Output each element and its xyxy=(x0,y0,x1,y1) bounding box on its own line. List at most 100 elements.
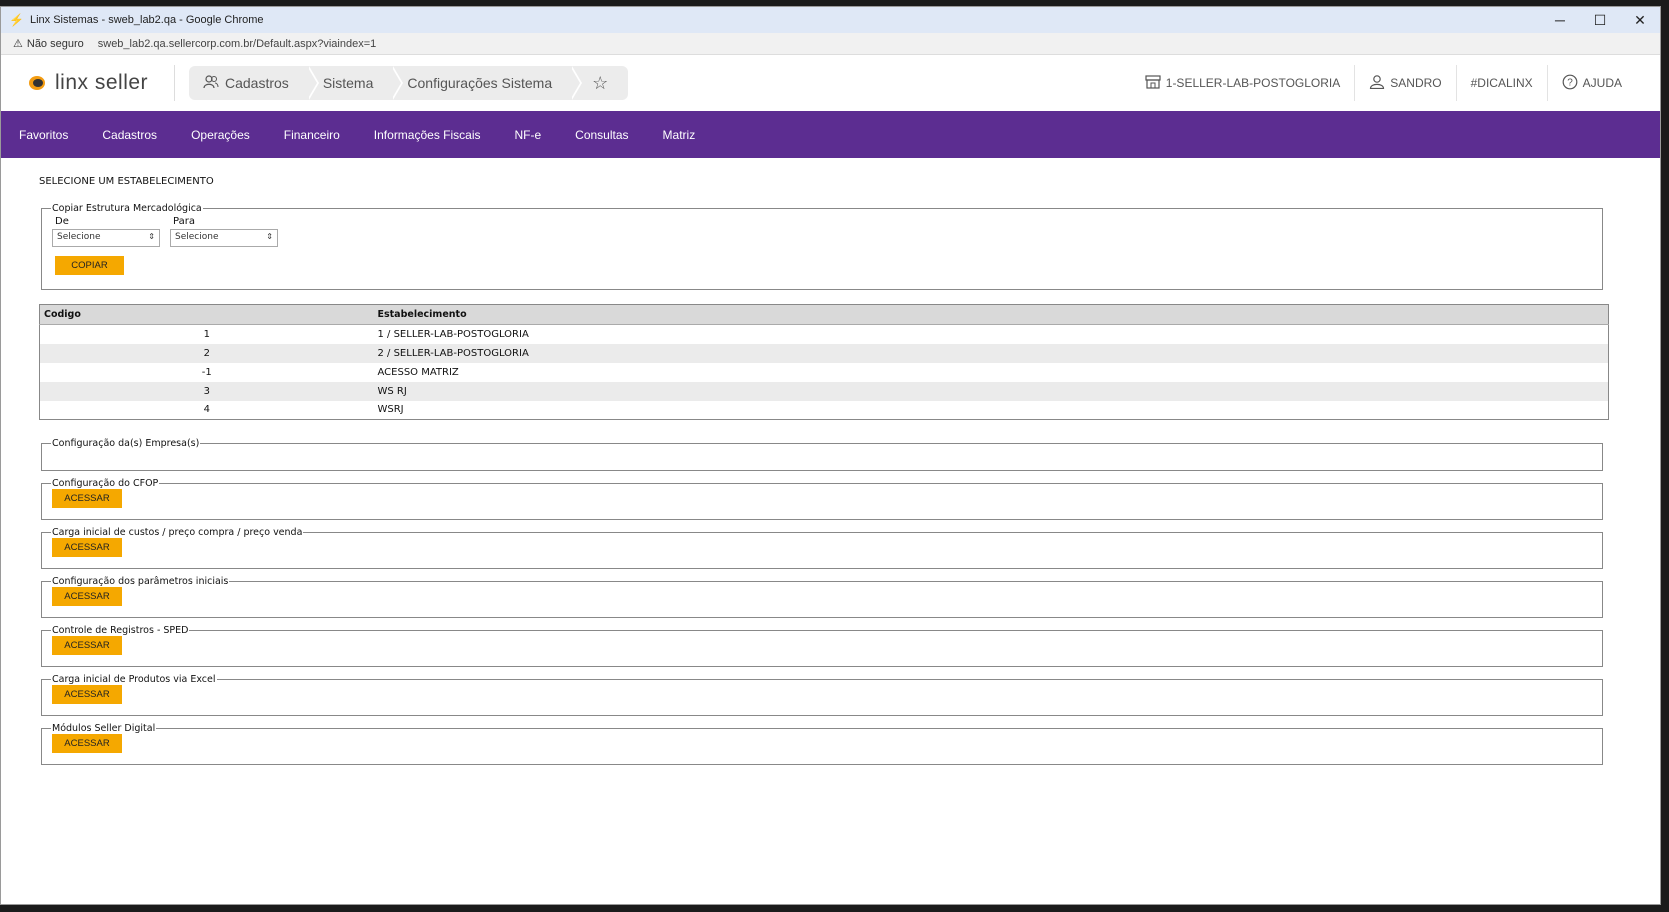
app-header: linx seller Cadastros Sistema Configuraç… xyxy=(1,55,1660,111)
store-icon xyxy=(1145,74,1161,92)
help-icon: ? xyxy=(1562,74,1578,93)
browser-window: ⚡ Linx Sistemas - sweb_lab2.qa - Google … xyxy=(0,6,1661,905)
warning-icon: ⚠ xyxy=(13,38,23,50)
access-cost-load-button[interactable]: ACESSAR xyxy=(52,538,122,557)
section-legend: Configuração dos parâmetros iniciais xyxy=(52,576,229,587)
menu-nfe[interactable]: NF-e xyxy=(515,128,542,142)
maximize-button[interactable]: ☐ xyxy=(1580,7,1620,33)
to-select[interactable]: Selecione ⇕ xyxy=(170,229,278,247)
row-name: ACESSO MATRIZ xyxy=(377,366,459,378)
breadcrumb-sistema[interactable]: Sistema xyxy=(309,66,403,100)
access-initial-params-button[interactable]: ACESSAR xyxy=(52,587,122,606)
section-legend: Configuração do CFOP xyxy=(52,478,159,489)
row-name: WSRJ xyxy=(377,404,404,416)
section-legend: Carga inicial de Produtos via Excel xyxy=(52,674,216,685)
cfop-config-section: Configuração do CFOP ACESSAR xyxy=(41,478,1603,520)
menu-cadastros[interactable]: Cadastros xyxy=(102,128,157,142)
column-header-codigo: Codigo xyxy=(39,304,374,325)
store-selector[interactable]: 1-SELLER-LAB-POSTOGLORIA xyxy=(1131,65,1355,101)
row-name: WS RJ xyxy=(373,381,1609,401)
user-menu[interactable]: SANDRO xyxy=(1354,65,1455,101)
access-seller-digital-button[interactable]: ACESSAR xyxy=(52,734,122,753)
seller-digital-section: Módulos Seller Digital ACESSAR xyxy=(41,723,1603,765)
access-cfop-button[interactable]: ACESSAR xyxy=(52,489,122,508)
cost-load-section: Carga inicial de custos / preço compra /… xyxy=(41,527,1603,569)
sped-control-section: Controle de Registros - SPED ACESSAR xyxy=(41,625,1603,667)
minimize-button[interactable]: ─ xyxy=(1540,7,1580,33)
row-code: 3 xyxy=(39,381,374,401)
users-icon xyxy=(203,74,219,92)
to-select-value: Selecione xyxy=(175,232,219,242)
table-header-row: Codigo Estabelecimento xyxy=(39,304,1609,325)
logo[interactable]: linx seller xyxy=(27,65,175,101)
menu-favoritos[interactable]: Favoritos xyxy=(19,128,68,142)
breadcrumb-label: Cadastros xyxy=(225,75,289,91)
table-row[interactable]: 2 2 / SELLER-LAB-POSTOGLORIA xyxy=(39,343,1609,363)
window-controls: ─ ☐ ✕ xyxy=(1540,7,1660,33)
svg-text:?: ? xyxy=(1567,77,1573,88)
window-title: Linx Sistemas - sweb_lab2.qa - Google Ch… xyxy=(29,14,264,26)
section-legend: Módulos Seller Digital xyxy=(52,723,156,734)
menu-operacoes[interactable]: Operações xyxy=(191,128,250,142)
store-name: 1-SELLER-LAB-POSTOGLORIA xyxy=(1165,76,1341,90)
section-legend: Controle de Registros - SPED xyxy=(52,625,189,636)
page-title: SELECIONE UM ESTABELECIMENTO xyxy=(39,176,214,187)
breadcrumb-label: Sistema xyxy=(322,75,374,91)
menu-financeiro[interactable]: Financeiro xyxy=(284,128,340,142)
select-arrows-icon: ⇕ xyxy=(266,232,273,241)
menu-consultas[interactable]: Consultas xyxy=(575,128,628,142)
main-content: SELECIONE UM ESTABELECIMENTO Copiar Estr… xyxy=(1,158,1660,765)
close-button[interactable]: ✕ xyxy=(1620,7,1660,33)
header-right: 1-SELLER-LAB-POSTOGLORIA SANDRO #DICALIN… xyxy=(1131,55,1636,111)
menu-informacoes-fiscais[interactable]: Informações Fiscais xyxy=(374,128,481,142)
logo-text: linx seller xyxy=(55,71,149,94)
user-name: SANDRO xyxy=(1390,76,1442,90)
to-group: Para Selecione ⇕ xyxy=(170,216,278,247)
copy-button[interactable]: COPIAR xyxy=(55,256,124,275)
title-bar: ⚡ Linx Sistemas - sweb_lab2.qa - Google … xyxy=(1,7,1660,33)
copy-structure-section: Copiar Estrutura Mercadológica De Seleci… xyxy=(41,203,1603,290)
excel-products-section: Carga inicial de Produtos via Excel ACES… xyxy=(41,674,1603,716)
to-label: Para xyxy=(173,216,195,227)
row-name: 1 / SELLER-LAB-POSTOGLORIA xyxy=(377,328,529,340)
from-select-value: Selecione xyxy=(57,232,101,242)
breadcrumb: Cadastros Sistema Configurações Sistema … xyxy=(189,66,629,100)
table-row[interactable]: 1 1 / SELLER-LAB-POSTOGLORIA xyxy=(40,325,1609,344)
linx-bird-icon xyxy=(27,74,49,92)
access-excel-products-button[interactable]: ACESSAR xyxy=(52,685,122,704)
table-row[interactable]: 4 WSRJ xyxy=(40,401,1609,420)
table-row[interactable]: 3 WS RJ xyxy=(39,381,1609,401)
establishment-table: Codigo Estabelecimento 1 1 / SELLER-LAB-… xyxy=(39,304,1609,420)
access-sped-button[interactable]: ACESSAR xyxy=(52,636,122,655)
section-legend: Copiar Estrutura Mercadológica xyxy=(52,203,202,214)
linx-favicon-icon: ⚡ xyxy=(9,13,24,27)
user-icon xyxy=(1369,74,1385,92)
row-code: -1 xyxy=(201,366,212,378)
section-legend: Configuração da(s) Empresa(s) xyxy=(52,438,200,449)
dicalinx-link[interactable]: #DICALINX xyxy=(1455,65,1547,101)
star-icon: ☆ xyxy=(592,72,609,93)
section-legend: Carga inicial de custos / preço compra /… xyxy=(52,527,303,538)
url-text[interactable]: sweb_lab2.qa.sellercorp.com.br/Default.a… xyxy=(98,38,377,50)
dicalinx-label: #DICALINX xyxy=(1470,76,1533,90)
row-code: 1 xyxy=(203,328,210,340)
row-name: 2 / SELLER-LAB-POSTOGLORIA xyxy=(373,343,1609,363)
breadcrumb-label: Configurações Sistema xyxy=(407,75,553,91)
select-arrows-icon: ⇕ xyxy=(148,232,155,241)
from-group: De Selecione ⇕ xyxy=(52,216,160,247)
column-header-estabelecimento: Estabelecimento xyxy=(373,304,1609,325)
security-status[interactable]: Não seguro xyxy=(27,38,84,50)
menu-matriz[interactable]: Matriz xyxy=(663,128,696,142)
table-row[interactable]: -1 ACESSO MATRIZ xyxy=(40,363,1609,382)
from-select[interactable]: Selecione ⇕ xyxy=(52,229,160,247)
breadcrumb-configuracoes-sistema[interactable]: Configurações Sistema xyxy=(393,66,582,100)
main-menu: Favoritos Cadastros Operações Financeiro… xyxy=(1,111,1660,158)
help-link[interactable]: ? AJUDA xyxy=(1546,65,1636,101)
row-code: 2 xyxy=(39,343,374,363)
from-label: De xyxy=(55,216,69,227)
company-config-section: Configuração da(s) Empresa(s) xyxy=(41,438,1603,471)
breadcrumb-cadastros[interactable]: Cadastros xyxy=(189,66,319,100)
help-label: AJUDA xyxy=(1582,76,1622,90)
address-bar[interactable]: ⚠ Não seguro sweb_lab2.qa.sellercorp.com… xyxy=(1,33,1660,55)
initial-params-section: Configuração dos parâmetros iniciais ACE… xyxy=(41,576,1603,618)
